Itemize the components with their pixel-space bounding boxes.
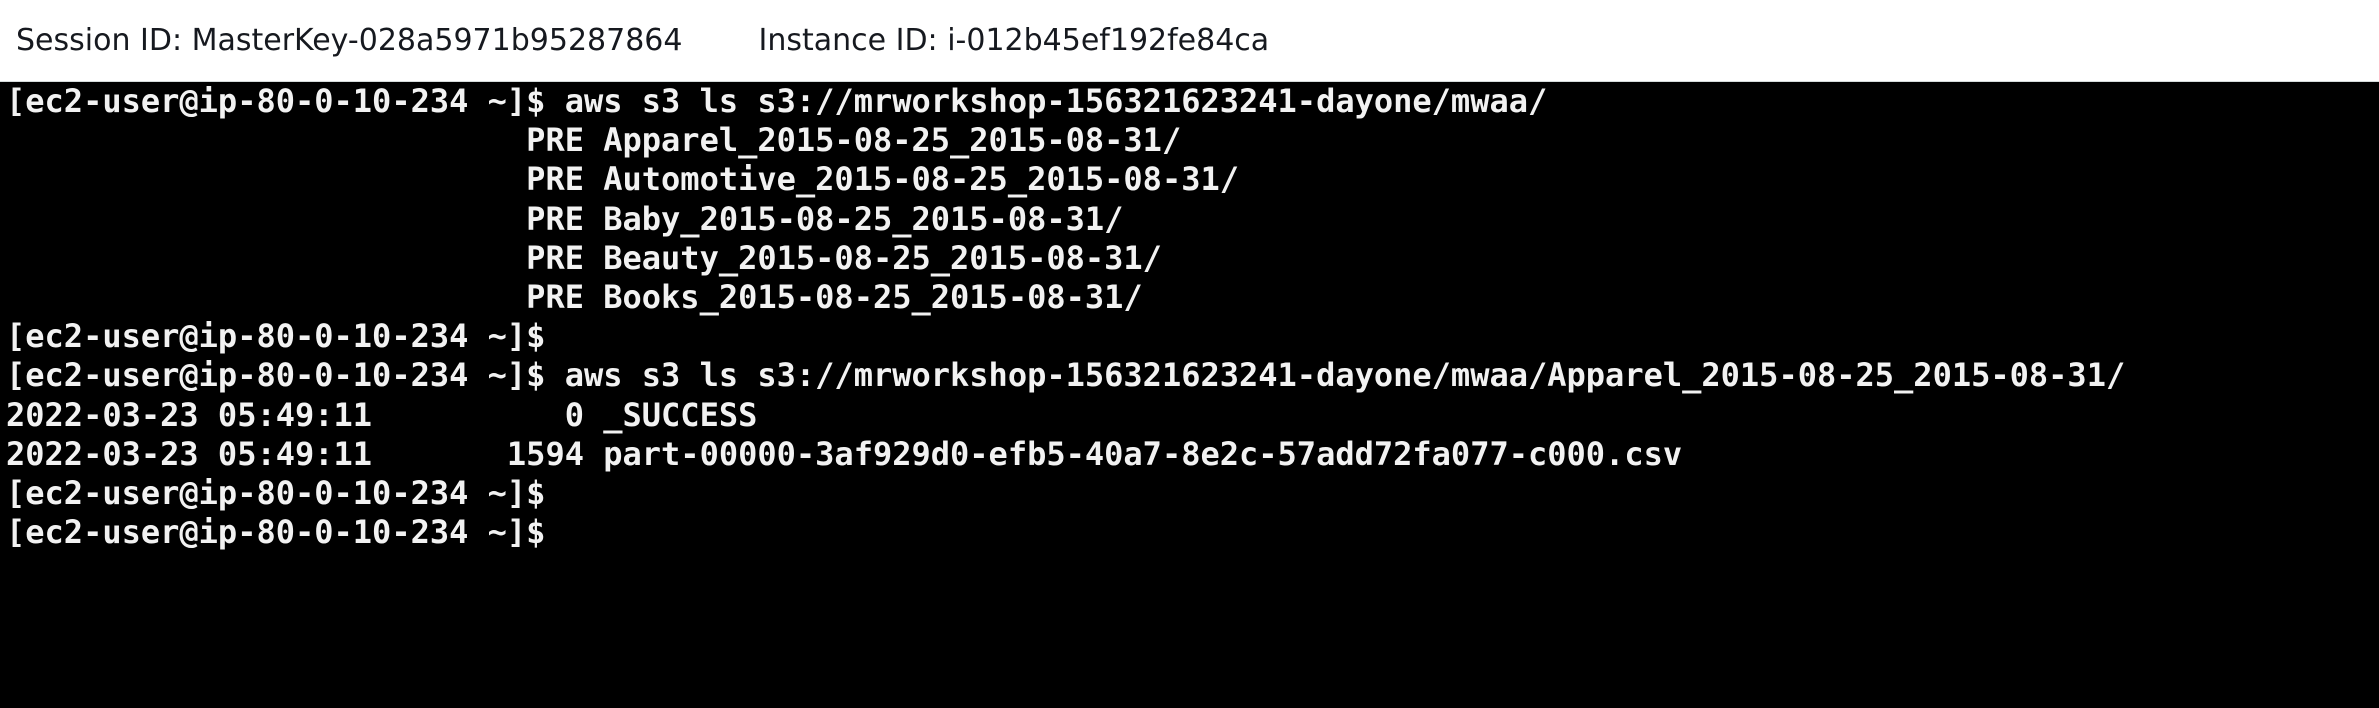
terminal-line: PRE Books_2015-08-25_2015-08-31/ [6,277,1143,316]
terminal-line: [ec2-user@ip-80-0-10-234 ~]$ aws s3 ls s… [6,82,1548,120]
terminal-line: PRE Apparel_2015-08-25_2015-08-31/ [6,121,1182,160]
terminal-line: 2022-03-23 05:49:11 1594 part-00000-3af9… [6,434,1683,473]
terminal-line: [ec2-user@ip-80-0-10-234 ~]$ [6,317,546,356]
instance-id-label: Instance ID: i-012b45ef192fe84ca [758,23,1270,58]
session-header: Session ID: MasterKey-028a5971b95287864 … [0,0,2379,82]
terminal-prompt-current[interactable]: [ec2-user@ip-80-0-10-234 ~]$ [6,513,2379,552]
terminal-line: PRE Baby_2015-08-25_2015-08-31/ [6,199,1124,238]
terminal-output[interactable]: [ec2-user@ip-80-0-10-234 ~]$ aws s3 ls s… [0,82,2379,708]
terminal-line: PRE Beauty_2015-08-25_2015-08-31/ [6,238,1162,277]
terminal-line: [ec2-user@ip-80-0-10-234 ~]$ aws s3 ls s… [6,356,2126,395]
terminal-line: PRE Automotive_2015-08-25_2015-08-31/ [6,160,1239,199]
session-id-label: Session ID: MasterKey-028a5971b95287864 [16,23,683,58]
terminal-line: 2022-03-23 05:49:11 0 _SUCCESS [6,395,758,434]
terminal-line: [ec2-user@ip-80-0-10-234 ~]$ [6,473,546,512]
